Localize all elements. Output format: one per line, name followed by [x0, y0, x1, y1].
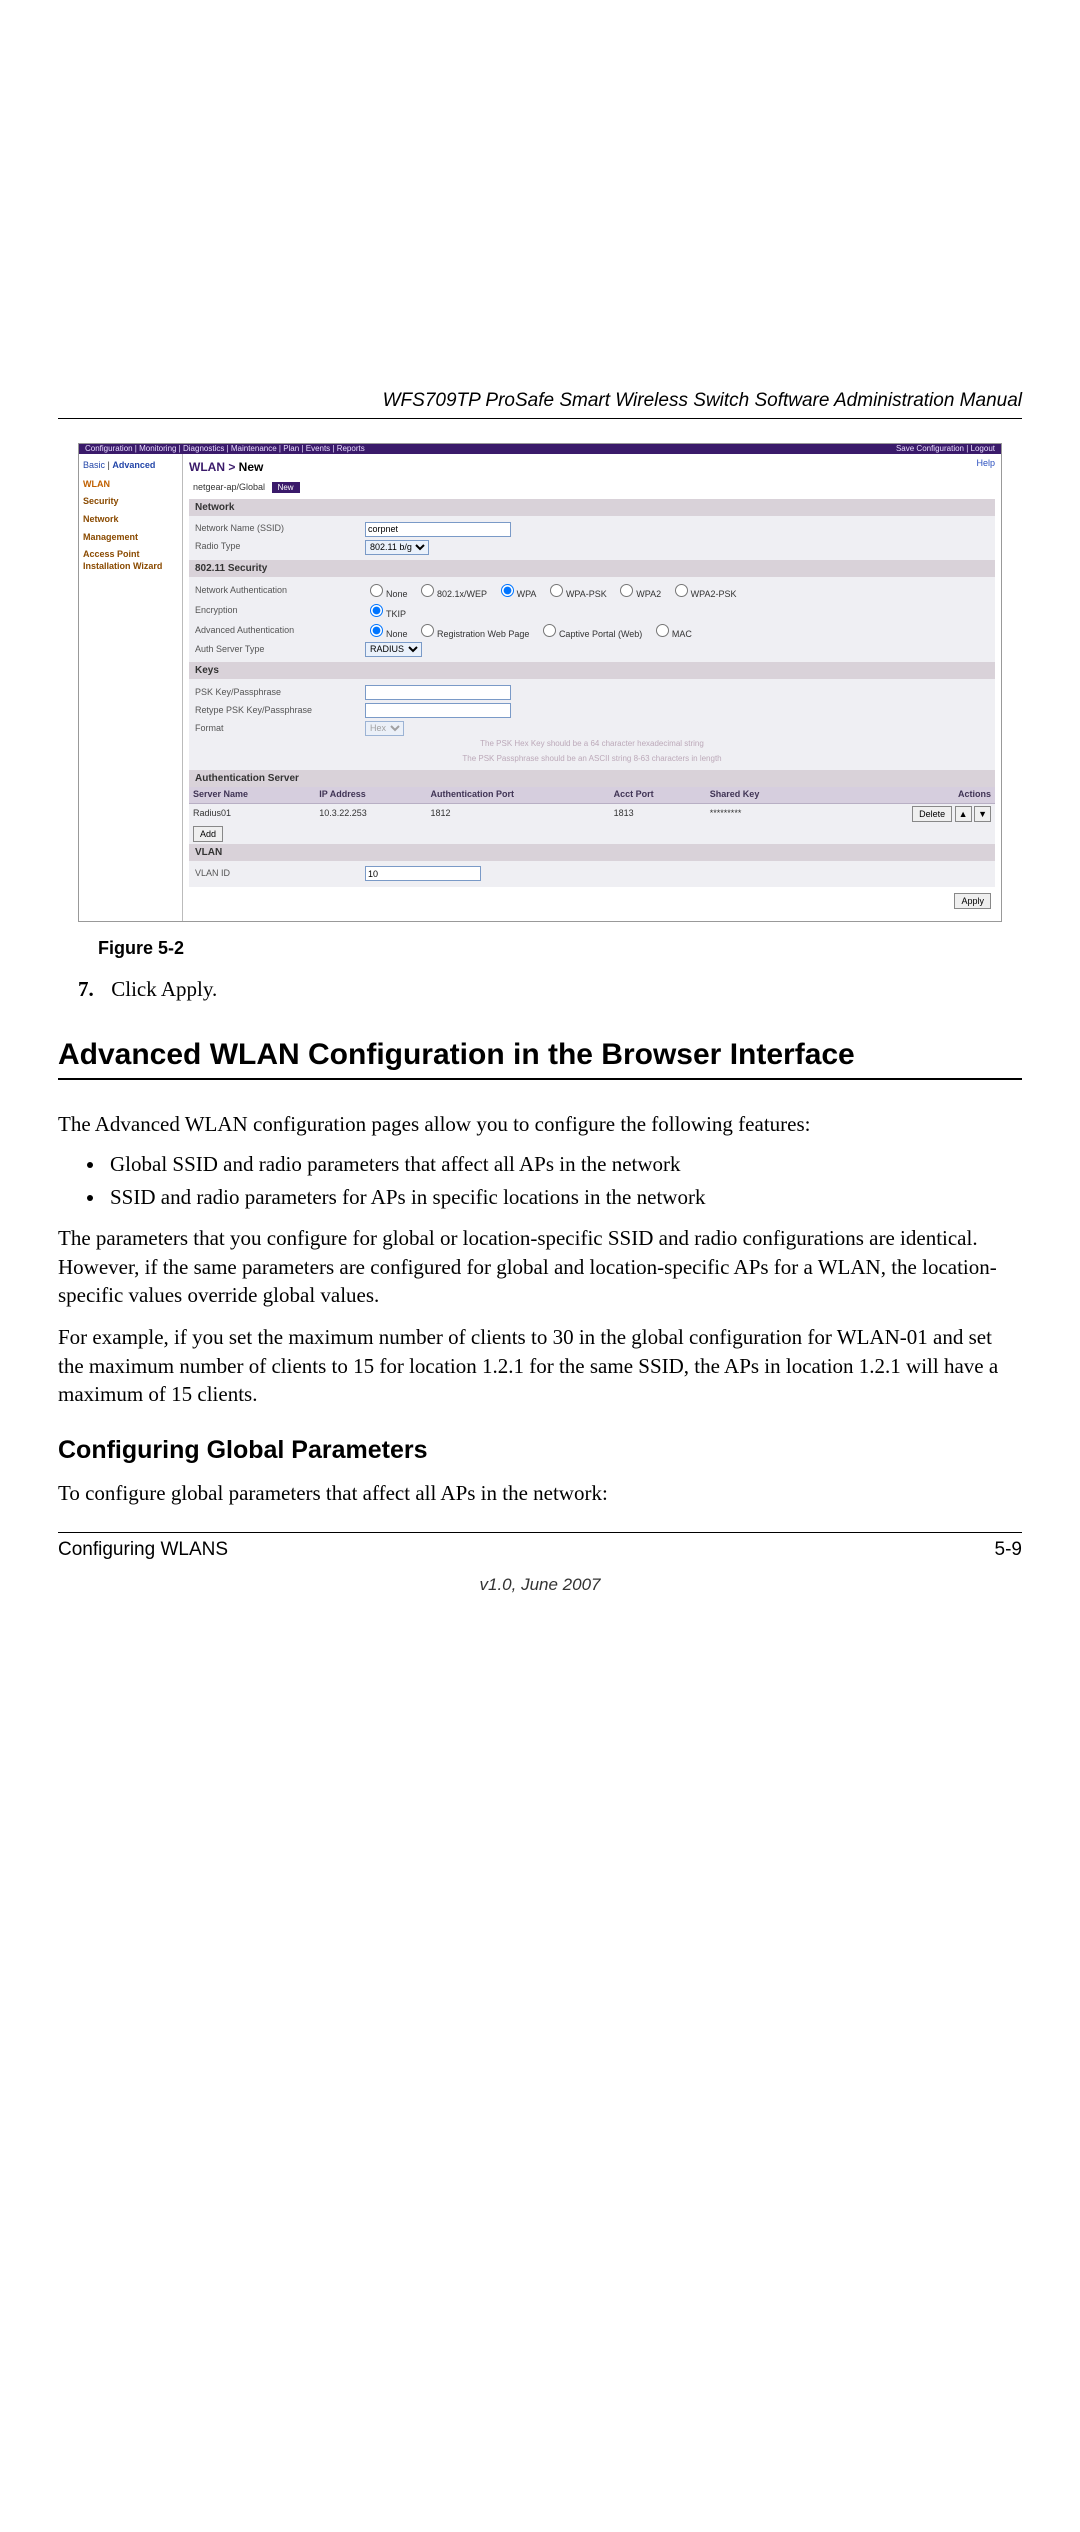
- auth-wpapsk-radio[interactable]: [550, 584, 563, 597]
- delete-button[interactable]: Delete: [912, 806, 952, 822]
- paragraph: For example, if you set the maximum numb…: [58, 1323, 1022, 1408]
- net-auth-options: None 802.1x/WEP WPA WPA-PSK WPA2 WPA2-PS…: [365, 581, 989, 601]
- figure-label: Figure 5-2: [98, 938, 1022, 959]
- topbar-right-tabs[interactable]: Save Configuration | Logout: [896, 444, 995, 454]
- col-actions: Actions: [821, 787, 995, 803]
- tkip-radio[interactable]: [370, 604, 383, 617]
- col-shared-key: Shared Key: [706, 787, 821, 803]
- auth-server-table: Server Name IP Address Authentication Po…: [189, 787, 995, 844]
- auth-wpa2psk-radio[interactable]: [675, 584, 688, 597]
- step-number: 7.: [78, 977, 106, 1002]
- section-authserver-head: Authentication Server: [189, 770, 995, 787]
- sidebar-mode-crumb: Basic | Advanced: [83, 460, 178, 476]
- step-text: Click Apply.: [111, 977, 217, 1001]
- page-header: WFS709TP ProSafe Smart Wireless Switch S…: [58, 390, 1022, 419]
- format-select: Hex: [365, 721, 404, 736]
- adv-auth-label: Advanced Authentication: [195, 625, 365, 637]
- cell-server-name: Radius01: [189, 803, 315, 824]
- breadcrumb: WLAN > New: [189, 458, 995, 480]
- auth-wep-radio[interactable]: [421, 584, 434, 597]
- sidebar-item-wlan[interactable]: WLAN: [83, 476, 178, 494]
- page-footer: Configuring WLANS 5-9: [58, 1532, 1022, 1561]
- footer-left: Configuring WLANS: [58, 1539, 228, 1561]
- auth-wpa-radio[interactable]: [501, 584, 514, 597]
- main-panel: Help WLAN > New netgear-ap/Global New Ne…: [183, 454, 1001, 921]
- breadcrumb-root: WLAN >: [189, 460, 239, 474]
- col-ip: IP Address: [315, 787, 426, 803]
- retype-psk-label: Retype PSK Key/Passphrase: [195, 705, 365, 717]
- net-auth-label: Network Authentication: [195, 585, 365, 597]
- auth-server-type-label: Auth Server Type: [195, 644, 365, 656]
- paragraph: To configure global parameters that affe…: [58, 1479, 1022, 1507]
- move-up-button[interactable]: ▲: [955, 806, 972, 822]
- psk-input: [365, 685, 511, 700]
- auth-wpa2-radio[interactable]: [620, 584, 633, 597]
- radio-type-select[interactable]: 802.11 b/g: [365, 540, 429, 555]
- psk-label: PSK Key/Passphrase: [195, 687, 365, 699]
- paragraph: The parameters that you configure for gl…: [58, 1224, 1022, 1309]
- auth-none-radio[interactable]: [370, 584, 383, 597]
- section-security-head: 802.11 Security: [189, 560, 995, 577]
- breadcrumb-leaf: New: [239, 460, 264, 474]
- ssid-label: Network Name (SSID): [195, 523, 365, 535]
- section-heading: Advanced WLAN Configuration in the Brows…: [58, 1038, 1022, 1080]
- sidebar-advanced-link[interactable]: Advanced: [112, 460, 155, 470]
- advauth-cap-radio[interactable]: [543, 624, 556, 637]
- psk-hint-1: The PSK Hex Key should be a 64 character…: [195, 737, 989, 751]
- config-path: netgear-ap/Global New: [189, 480, 995, 500]
- help-link[interactable]: Help: [976, 458, 995, 470]
- advauth-reg-radio[interactable]: [421, 624, 434, 637]
- step-7: 7. Click Apply.: [78, 977, 1022, 1002]
- crumb-sep: |: [108, 460, 110, 470]
- sidebar-item-management[interactable]: Management: [83, 529, 178, 547]
- col-auth-port: Authentication Port: [426, 787, 609, 803]
- sidebar-item-ap-wizard[interactable]: Access Point Installation Wizard: [83, 546, 178, 575]
- vlan-id-label: VLAN ID: [195, 868, 365, 880]
- col-acct-port: Acct Port: [610, 787, 706, 803]
- retype-psk-input: [365, 703, 511, 718]
- list-item: SSID and radio parameters for APs in spe…: [106, 1185, 1022, 1210]
- radio-type-label: Radio Type: [195, 541, 365, 553]
- format-label: Format: [195, 723, 365, 735]
- cell-shared-key: *********: [706, 803, 821, 824]
- app-topbar: Configuration | Monitoring | Diagnostics…: [79, 444, 1001, 454]
- config-path-text: netgear-ap/Global: [193, 482, 265, 492]
- auth-server-type-select[interactable]: RADIUS: [365, 642, 422, 657]
- add-button[interactable]: Add: [193, 826, 223, 842]
- sidebar: Basic | Advanced WLAN Security Network M…: [79, 454, 183, 921]
- sidebar-basic-link[interactable]: Basic: [83, 460, 105, 470]
- feature-bullets: Global SSID and radio parameters that af…: [106, 1152, 1022, 1210]
- sidebar-item-security[interactable]: Security: [83, 493, 178, 511]
- sidebar-item-network[interactable]: Network: [83, 511, 178, 529]
- cell-auth-port: 1812: [426, 803, 609, 824]
- topbar-left-tabs[interactable]: Configuration | Monitoring | Diagnostics…: [85, 444, 365, 454]
- list-item: Global SSID and radio parameters that af…: [106, 1152, 1022, 1177]
- advauth-mac-radio[interactable]: [656, 624, 669, 637]
- cell-acct-port: 1813: [610, 803, 706, 824]
- move-down-button[interactable]: ▼: [974, 806, 991, 822]
- version-line: v1.0, June 2007: [58, 1575, 1022, 1595]
- table-row: Radius01 10.3.22.253 1812 1813 *********…: [189, 803, 995, 824]
- table-row: Add: [189, 824, 995, 844]
- config-path-badge: New: [272, 482, 300, 493]
- subsection-heading: Configuring Global Parameters: [58, 1436, 1022, 1465]
- footer-right: 5-9: [995, 1539, 1022, 1561]
- paragraph: The Advanced WLAN configuration pages al…: [58, 1110, 1022, 1138]
- section-network-head: Network: [189, 499, 995, 516]
- col-server-name: Server Name: [189, 787, 315, 803]
- psk-hint-2: The PSK Passphrase should be an ASCII st…: [195, 752, 989, 766]
- ssid-input[interactable]: [365, 522, 511, 537]
- wlan-config-screenshot: Configuration | Monitoring | Diagnostics…: [78, 443, 1002, 922]
- advauth-none-radio[interactable]: [370, 624, 383, 637]
- section-vlan-head: VLAN: [189, 844, 995, 861]
- cell-ip: 10.3.22.253: [315, 803, 426, 824]
- vlan-id-input[interactable]: [365, 866, 481, 881]
- adv-auth-options: None Registration Web Page Captive Porta…: [365, 621, 989, 641]
- section-keys-head: Keys: [189, 662, 995, 679]
- apply-button[interactable]: Apply: [954, 893, 991, 909]
- encryption-label: Encryption: [195, 605, 365, 617]
